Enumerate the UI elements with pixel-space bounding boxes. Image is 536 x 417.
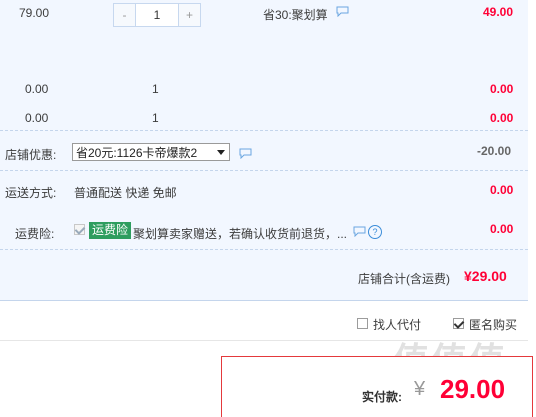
- qty-minus-button[interactable]: -: [114, 4, 135, 26]
- insurance-checkbox: [74, 224, 85, 235]
- item-subtotal: 49.00: [483, 5, 514, 19]
- payment-label: 实付款:: [362, 390, 402, 404]
- gift-price: 0.00: [25, 82, 49, 96]
- gift-price: 0.00: [25, 111, 49, 125]
- shop-discount-selected: 省20元:1126卡帝爆款2: [76, 146, 198, 160]
- quantity-stepper[interactable]: - 1 +: [113, 3, 201, 27]
- help-icon[interactable]: ?: [368, 225, 382, 239]
- qty-input[interactable]: 1: [135, 4, 179, 26]
- payment-currency: ¥: [414, 378, 426, 400]
- shop-discount-select[interactable]: 省20元:1126卡帝爆款2: [72, 143, 230, 161]
- panel-bottom-border: [0, 300, 528, 301]
- gift-qty: 1: [152, 111, 159, 125]
- chat-icon[interactable]: [336, 6, 349, 17]
- payment-amount: 29.00: [440, 374, 506, 404]
- insurance-text: 聚划算卖家赠送，若确认收货前退货，...: [133, 227, 348, 241]
- insurance-badge: 运费险: [89, 222, 132, 239]
- shipping-method: 普通配送 快递 免邮: [74, 186, 177, 200]
- shop-discount-label: 店铺优惠:: [5, 148, 57, 162]
- chat-icon[interactable]: [353, 226, 366, 237]
- shop-discount-amount: -20.00: [477, 144, 512, 158]
- gift-qty: 1: [152, 82, 159, 96]
- chat-icon[interactable]: [239, 148, 252, 159]
- item-discount-text: 省30:聚划算: [263, 8, 328, 22]
- shop-total-amount: ¥29.00: [464, 268, 507, 284]
- proxy-pay-checkbox[interactable]: [357, 318, 368, 329]
- insurance-amount: 0.00: [490, 222, 514, 236]
- qty-plus-button[interactable]: +: [179, 4, 200, 26]
- anonymous-label[interactable]: 匿名购买: [469, 316, 517, 333]
- shipping-amount: 0.00: [490, 183, 514, 197]
- shop-total-label: 店铺合计(含运费): [358, 272, 450, 286]
- proxy-pay-label[interactable]: 找人代付: [373, 316, 421, 333]
- item-price: 79.00: [19, 6, 50, 20]
- gift-subtotal: 0.00: [490, 111, 514, 125]
- chevron-down-icon: [217, 150, 225, 155]
- divider: [0, 130, 528, 131]
- anonymous-checkbox[interactable]: [453, 318, 464, 329]
- divider: [0, 249, 528, 250]
- shipping-label: 运送方式:: [5, 186, 57, 200]
- divider: [0, 170, 528, 171]
- gift-subtotal: 0.00: [490, 82, 514, 96]
- insurance-label: 运费险:: [15, 227, 55, 241]
